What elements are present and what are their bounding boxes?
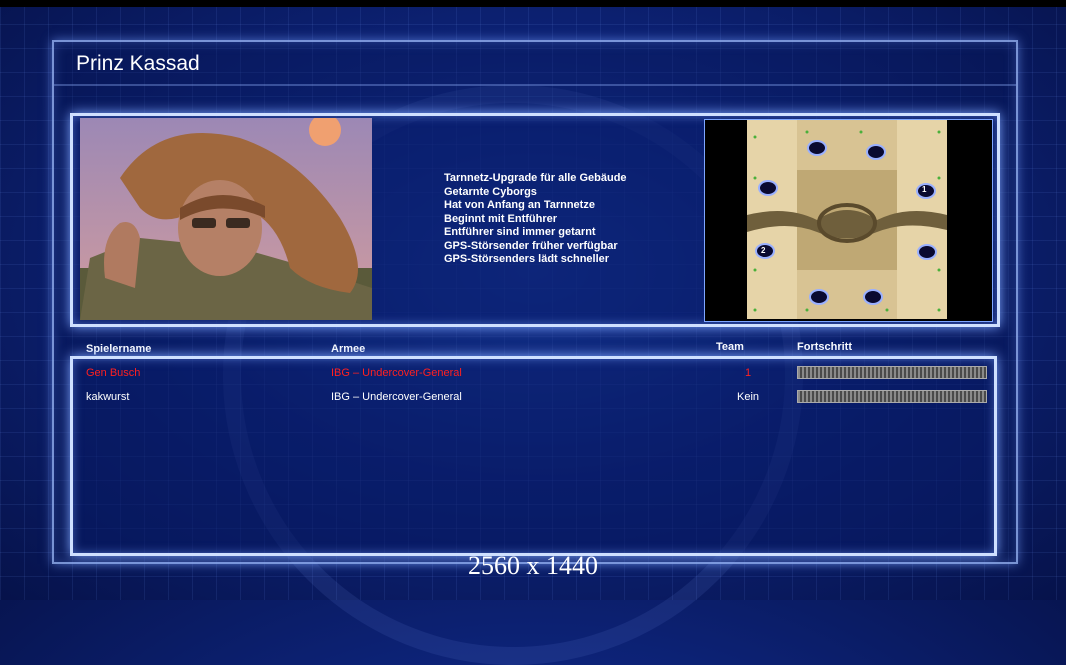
general-features-list: Tarnnetz-Upgrade für alle Gebäude Getarn… [444,172,684,267]
feature-item: GPS-Störsenders lädt schneller [444,253,610,265]
top-status-bar [0,0,1066,7]
column-header-player: Spielername [86,343,152,355]
feature-item: Getarnte Cyborgs [444,185,537,198]
player-list-box [70,356,997,556]
player-name: kakwurst [86,391,130,403]
player-team: Kein [737,391,760,403]
general-portrait [80,118,372,320]
feature-item: Tarnnetz-Upgrade für alle Gebäude [444,172,627,184]
player-team: 1 [745,367,752,379]
feature-item: Hat von Anfang an Tarnnetze [444,199,595,211]
player-name: Gen Busch [86,367,141,379]
column-header-army: Armee [331,343,366,355]
minimap: 1 2 [747,120,947,319]
title-divider [54,84,1016,86]
general-title: Prinz Kassad [76,52,200,75]
minimap-start-marker: 1 [922,185,927,194]
player-army: IBG – Undercover-General [331,367,462,379]
feature-item: Entführer sind immer getarnt [444,226,596,238]
column-header-team: Team [716,341,744,353]
feature-item: GPS-Störsender früher verfügbar [444,239,618,252]
resolution-label: 2560 x 1440 [468,551,598,580]
player-progress-bar [797,390,987,403]
player-progress-bar [797,366,987,379]
feature-item: Beginnt mit Entführer [444,212,558,225]
column-header-progress: Fortschritt [797,341,852,353]
minimap-start-marker: 2 [761,246,766,255]
player-army: IBG – Undercover-General [331,391,462,403]
